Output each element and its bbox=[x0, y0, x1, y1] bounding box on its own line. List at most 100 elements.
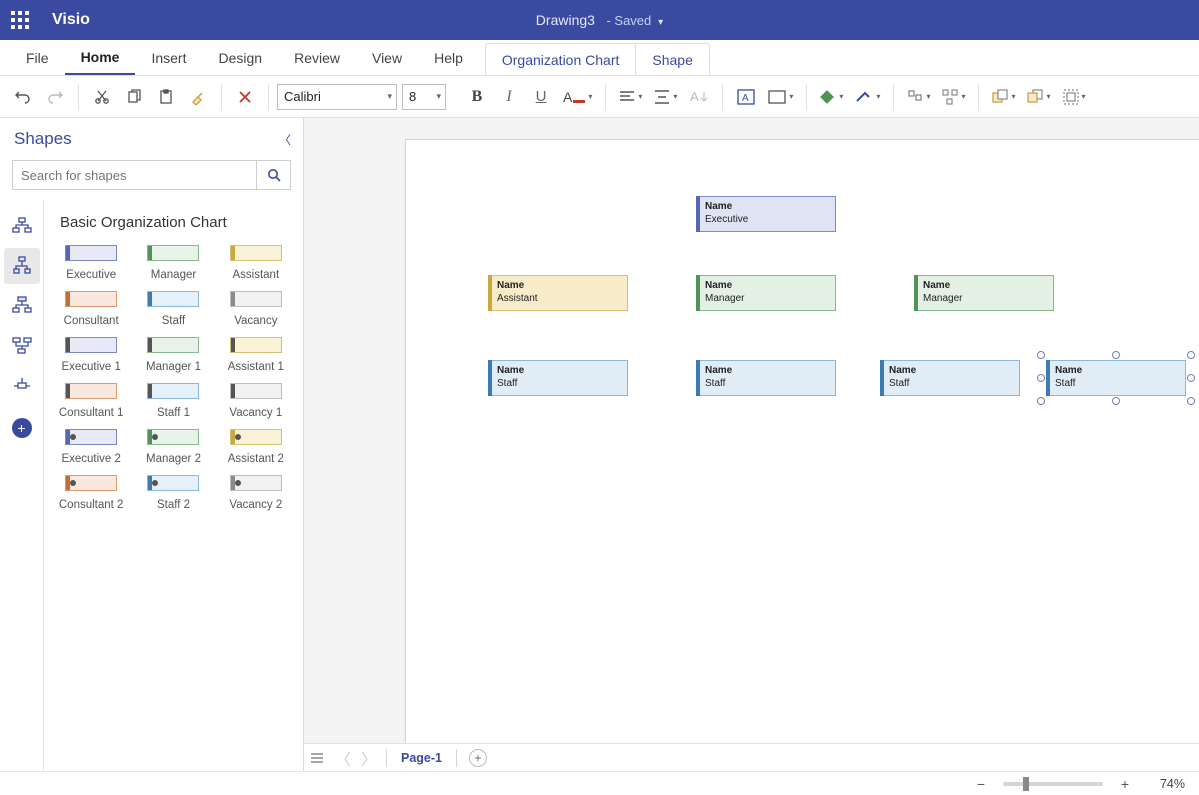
text-direction-button[interactable]: A bbox=[684, 82, 714, 112]
page-list-button[interactable] bbox=[304, 745, 330, 771]
stencil-item[interactable]: Manager bbox=[132, 245, 214, 281]
zoom-slider[interactable] bbox=[1003, 782, 1103, 786]
bold-button[interactable]: B bbox=[462, 82, 492, 112]
page-tab[interactable]: Page-1 bbox=[391, 751, 452, 765]
paste-button[interactable] bbox=[151, 82, 181, 112]
shape-style-button[interactable]: ▾ bbox=[763, 82, 798, 112]
stencil-item[interactable]: Executive bbox=[50, 245, 132, 281]
org-chart-node[interactable]: NameAssistant bbox=[488, 275, 628, 311]
cut-button[interactable] bbox=[87, 82, 117, 112]
tab-design[interactable]: Design bbox=[202, 40, 278, 75]
document-name: Drawing3 bbox=[536, 12, 595, 28]
stencil-item[interactable]: Executive 2 bbox=[50, 429, 132, 465]
position-button[interactable]: ▾ bbox=[937, 82, 970, 112]
zoom-slider-thumb[interactable] bbox=[1023, 777, 1029, 791]
document-title[interactable]: Drawing3 - Saved ▾ bbox=[536, 12, 663, 28]
org-chart-node[interactable]: NameStaff bbox=[1046, 360, 1186, 396]
prev-page-button[interactable]: 〈 bbox=[330, 745, 356, 771]
delete-button[interactable] bbox=[230, 82, 260, 112]
stencil-item[interactable]: Staff 2 bbox=[132, 475, 214, 511]
shape-thumbnail bbox=[230, 429, 282, 445]
stencil-item[interactable]: Manager 2 bbox=[132, 429, 214, 465]
org-chart-node[interactable]: NameStaff bbox=[880, 360, 1020, 396]
copy-button[interactable] bbox=[119, 82, 149, 112]
save-status: Saved bbox=[614, 13, 651, 28]
stencil-item[interactable]: Consultant 2 bbox=[50, 475, 132, 511]
node-role: Staff bbox=[889, 378, 1011, 391]
stencil-nav-3[interactable] bbox=[4, 288, 40, 324]
zoom-out-button[interactable]: − bbox=[973, 776, 989, 792]
shape-thumbnail bbox=[230, 337, 282, 353]
app-launcher-button[interactable] bbox=[0, 0, 40, 40]
shapes-pane-title: Shapes bbox=[14, 129, 72, 149]
tab-home[interactable]: Home bbox=[65, 40, 136, 75]
stencil-item[interactable]: Consultant bbox=[50, 291, 132, 327]
node-role: Manager bbox=[705, 293, 827, 306]
stencil-item[interactable]: Manager 1 bbox=[132, 337, 214, 373]
stencil-item[interactable]: Assistant bbox=[215, 245, 297, 281]
node-title: Name bbox=[705, 280, 827, 293]
stencil-item[interactable]: Assistant 2 bbox=[215, 429, 297, 465]
shapes-search-input[interactable] bbox=[13, 168, 256, 183]
org-chart-node[interactable]: NameManager bbox=[914, 275, 1054, 311]
workspace: Shapes 〈 + Basic Organization Chart Exec… bbox=[0, 118, 1199, 771]
align-button[interactable]: ▾ bbox=[614, 82, 647, 112]
stencil-item[interactable]: Vacancy bbox=[215, 291, 297, 327]
node-title: Name bbox=[705, 201, 827, 214]
stencil-nav-2[interactable] bbox=[4, 248, 40, 284]
font-size-select[interactable]: 8▾ bbox=[402, 84, 446, 110]
shape-label: Assistant bbox=[232, 269, 279, 281]
format-painter-button[interactable] bbox=[183, 82, 213, 112]
italic-button[interactable]: I bbox=[494, 82, 524, 112]
line-color-button[interactable]: ▾ bbox=[850, 82, 885, 112]
stencil-item[interactable]: Assistant 1 bbox=[215, 337, 297, 373]
node-role: Staff bbox=[497, 378, 619, 391]
shape-thumbnail bbox=[65, 337, 117, 353]
add-stencil-button[interactable]: + bbox=[12, 418, 32, 438]
next-page-button[interactable]: 〉 bbox=[356, 745, 382, 771]
shape-label: Staff 1 bbox=[157, 407, 190, 419]
stencil-nav-4[interactable] bbox=[4, 328, 40, 364]
tab-insert[interactable]: Insert bbox=[135, 40, 202, 75]
search-button[interactable] bbox=[256, 161, 290, 189]
redo-button[interactable] bbox=[40, 82, 70, 112]
tab-organization-chart[interactable]: Organization Chart bbox=[486, 44, 637, 75]
font-family-select[interactable]: Calibri▾ bbox=[277, 84, 397, 110]
font-color-button[interactable]: A▾ bbox=[558, 82, 597, 112]
stencil-item[interactable]: Executive 1 bbox=[50, 337, 132, 373]
align-shapes-button[interactable]: ▾ bbox=[902, 82, 935, 112]
shape-label: Staff bbox=[162, 315, 185, 327]
vertical-align-button[interactable]: ▾ bbox=[649, 82, 682, 112]
fill-color-button[interactable]: ▾ bbox=[815, 82, 848, 112]
collapse-pane-button[interactable]: 〈 bbox=[279, 131, 291, 148]
underline-button[interactable]: U bbox=[526, 82, 556, 112]
stencil-item[interactable]: Vacancy 1 bbox=[215, 383, 297, 419]
org-chart-node[interactable]: NameManager bbox=[696, 275, 836, 311]
group-button[interactable]: ▾ bbox=[1058, 82, 1091, 112]
shape-label: Manager 2 bbox=[146, 453, 201, 465]
tab-view[interactable]: View bbox=[356, 40, 418, 75]
canvas-area[interactable]: NameExecutiveNameAssistantNameManagerNam… bbox=[304, 118, 1199, 771]
stencil-item[interactable]: Staff bbox=[132, 291, 214, 327]
zoom-level: 74% bbox=[1147, 777, 1185, 791]
text-box-button[interactable]: A bbox=[731, 82, 761, 112]
tab-shape[interactable]: Shape bbox=[636, 44, 708, 75]
tab-file[interactable]: File bbox=[10, 40, 65, 75]
stencil-nav-1[interactable] bbox=[4, 208, 40, 244]
app-name: Visio bbox=[52, 11, 90, 29]
org-chart-node[interactable]: NameStaff bbox=[696, 360, 836, 396]
send-back-button[interactable]: ▾ bbox=[1022, 82, 1055, 112]
stencil-item[interactable]: Vacancy 2 bbox=[215, 475, 297, 511]
stencil-nav-5[interactable] bbox=[4, 368, 40, 404]
zoom-in-button[interactable]: + bbox=[1117, 776, 1133, 792]
bring-front-button[interactable]: ▾ bbox=[987, 82, 1020, 112]
tab-review[interactable]: Review bbox=[278, 40, 356, 75]
drawing-page[interactable]: NameExecutiveNameAssistantNameManagerNam… bbox=[406, 140, 1199, 771]
stencil-item[interactable]: Staff 1 bbox=[132, 383, 214, 419]
tab-help[interactable]: Help bbox=[418, 40, 479, 75]
undo-button[interactable] bbox=[8, 82, 38, 112]
org-chart-node[interactable]: NameStaff bbox=[488, 360, 628, 396]
stencil-item[interactable]: Consultant 1 bbox=[50, 383, 132, 419]
add-page-button[interactable]: + bbox=[469, 749, 487, 767]
org-chart-node[interactable]: NameExecutive bbox=[696, 196, 836, 232]
